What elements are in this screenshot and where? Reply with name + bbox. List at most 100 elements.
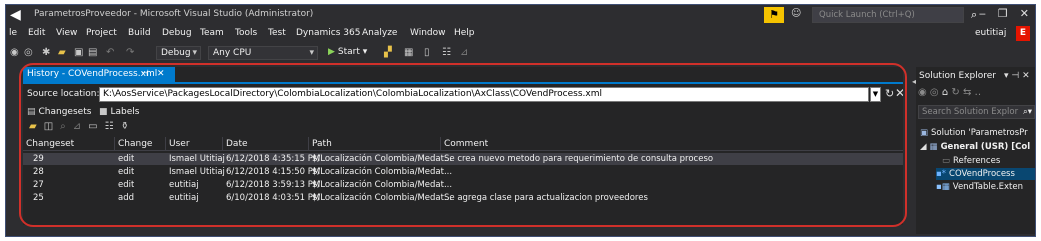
column-path[interactable]: Path xyxy=(309,137,441,151)
table-row[interactable]: 29 edit Ismael Utitiaj 6/12/2018 4:35:15… xyxy=(23,153,903,165)
tab-labels-label: Labels xyxy=(110,107,140,117)
tree-item-label: COVendProcess xyxy=(949,169,1015,179)
more-icon[interactable]: ‥ xyxy=(975,87,982,98)
menu-build[interactable]: Build xyxy=(128,28,151,38)
track-changes-icon[interactable]: ☷ xyxy=(105,121,114,135)
menu-team[interactable]: Team xyxy=(200,28,224,38)
tree-item-references[interactable]: ▭ References xyxy=(942,155,1000,167)
feedback-icon[interactable]: ☺ xyxy=(791,8,801,19)
changeset-details-icon[interactable]: ▰ xyxy=(29,121,37,135)
menu-window[interactable]: Window xyxy=(410,28,446,38)
sync-icon[interactable]: ↻ xyxy=(951,87,959,98)
tab-changesets[interactable]: ▤ Changesets xyxy=(27,105,91,119)
column-date[interactable]: Date xyxy=(223,137,309,151)
user-avatar[interactable]: E xyxy=(1016,26,1030,41)
rollback-icon[interactable]: ⚱ xyxy=(121,121,129,135)
navigate-forward-icon[interactable]: ◎ xyxy=(24,47,33,59)
new-project-icon[interactable]: ✱ xyxy=(42,47,50,59)
open-folder-icon[interactable]: ▰ xyxy=(58,47,66,59)
comment-icon[interactable]: ▯ xyxy=(424,47,430,59)
annotate-icon[interactable]: ⌕ xyxy=(60,121,66,135)
menu-dynamics-365[interactable]: Dynamics 365 xyxy=(296,28,360,38)
menu-file[interactable]: le xyxy=(9,28,17,38)
search-placeholder: Search Solution Explor xyxy=(922,107,1019,117)
attach-process-icon[interactable]: ▞ xyxy=(384,47,392,59)
history-toolbar: ▰ ◫ ⌕ ⊿ ▭ ☷ ⚱ xyxy=(29,121,129,135)
changeset-grid-header: Changeset Change User Date Path Comment xyxy=(23,137,903,151)
source-location-dropdown[interactable]: ▼ xyxy=(870,87,881,102)
tree-item-project[interactable]: ◢ ▦ General (USR) [Col xyxy=(920,141,1030,153)
menu-edit[interactable]: Edit xyxy=(28,28,45,38)
menu-analyze[interactable]: Analyze xyxy=(362,28,397,38)
search-icon[interactable]: ⌕ xyxy=(971,8,977,22)
save-all-icon[interactable]: ▤ xyxy=(88,47,97,59)
table-extension-icon: ▪▦ xyxy=(936,182,950,192)
table-row[interactable]: 27 edit eutitiaj 6/12/2018 3:59:13 PM $/… xyxy=(23,179,903,191)
menu-project[interactable]: Project xyxy=(86,28,117,38)
refresh-icon[interactable]: ↻ xyxy=(885,87,894,100)
cell-date: 6/10/2018 4:03:51 PM xyxy=(226,193,321,203)
visual-studio-window: ◀ ParametrosProveedor - Microsoft Visual… xyxy=(5,4,1036,237)
close-icon[interactable]: ✕ xyxy=(895,86,903,100)
more-tools-icon[interactable]: ⊿ xyxy=(460,47,468,59)
compare-icon[interactable]: ◫ xyxy=(44,121,53,135)
undo-icon[interactable]: ↶ xyxy=(106,47,114,59)
solution-search-input[interactable]: Search Solution Explor ⌕▾ xyxy=(918,105,1035,119)
chevron-down-icon[interactable]: ▾ xyxy=(1004,71,1009,81)
source-location-row: Source location: K:\AosService\PackagesL… xyxy=(23,85,903,103)
solution-explorer-title: Solution Explorer xyxy=(919,71,996,81)
menu-debug[interactable]: Debug xyxy=(162,28,192,38)
cell-changeset: 29 xyxy=(33,154,44,164)
redo-icon[interactable]: ↷ xyxy=(126,47,134,59)
column-user[interactable]: User xyxy=(166,137,223,151)
restore-button[interactable]: ❐ xyxy=(998,7,1008,20)
cell-path: $/Localización Colombia/Medat... xyxy=(312,180,453,190)
tree-item-vendtable-extension[interactable]: ▪▦ VendTable.Exten xyxy=(936,181,1023,193)
cell-changeset: 25 xyxy=(33,193,44,203)
tab-labels[interactable]: ■ Labels xyxy=(99,105,139,119)
column-comment[interactable]: Comment xyxy=(441,137,901,151)
view-comments-icon[interactable]: ▭ xyxy=(88,121,97,135)
close-icon[interactable]: ✕ xyxy=(1022,71,1030,81)
start-debugging-button[interactable]: ▶ Start ▾ xyxy=(328,47,367,57)
column-changeset[interactable]: Changeset xyxy=(23,137,115,151)
navigate-back-icon[interactable]: ◉ xyxy=(10,47,19,59)
tree-item-solution[interactable]: ▣ Solution 'ParametrosPr xyxy=(920,127,1028,139)
forward-icon[interactable]: ◎ xyxy=(930,87,939,98)
screenshot-icon[interactable]: ▦ xyxy=(404,47,413,59)
pending-changes-icon[interactable]: ⇆ xyxy=(963,87,971,98)
column-change[interactable]: Change xyxy=(115,137,166,151)
cell-user: Ismael Utitiaj xyxy=(169,154,225,164)
table-row[interactable]: 25 add eutitiaj 6/10/2018 4:03:51 PM $/L… xyxy=(23,192,903,204)
notification-flag-icon[interactable]: ⚑ xyxy=(764,7,784,23)
pin-icon[interactable]: ⊣ xyxy=(141,67,149,82)
save-icon[interactable]: ▣ xyxy=(74,47,83,59)
menu-tools[interactable]: Tools xyxy=(235,28,257,38)
references-icon: ▭ xyxy=(942,156,951,166)
home-icon[interactable]: ⌂ xyxy=(942,87,948,98)
signed-in-user[interactable]: eutitiaj xyxy=(975,28,1006,38)
solution-platform-select[interactable]: Any CPU ▾ xyxy=(208,46,318,60)
tab-history[interactable]: History - COVendProcess.xml ⊣ ✕ xyxy=(23,67,175,82)
quick-launch-input[interactable]: Quick Launch (Ctrl+Q) xyxy=(812,7,964,23)
expand-arrow-icon: ◢ xyxy=(920,142,927,152)
cell-date: 6/12/2018 4:15:50 PM xyxy=(226,167,321,177)
source-location-label: Source location: xyxy=(27,89,100,99)
get-version-icon[interactable]: ⊿ xyxy=(73,121,81,135)
tree-item-covendprocess[interactable]: ▪* COVendProcess xyxy=(936,168,1035,180)
close-button[interactable]: ✕ xyxy=(1020,7,1029,20)
bookmark-icon[interactable]: ☷ xyxy=(442,47,451,59)
chevron-down-icon: ▾ xyxy=(309,48,314,58)
title-bar: ◀ ParametrosProveedor - Microsoft Visual… xyxy=(6,5,1035,25)
menu-view[interactable]: View xyxy=(56,28,77,38)
close-tab-icon[interactable]: ✕ xyxy=(157,67,165,82)
solution-configuration-select[interactable]: Debug ▾ xyxy=(156,46,201,60)
visual-studio-logo-icon: ◀ xyxy=(10,7,21,23)
menu-test[interactable]: Test xyxy=(268,28,286,38)
menu-help[interactable]: Help xyxy=(454,28,475,38)
back-icon[interactable]: ◉ xyxy=(918,87,927,98)
pin-icon[interactable]: ⊣ xyxy=(1011,71,1019,81)
table-row[interactable]: 28 edit Ismael Utitiaj 6/12/2018 4:15:50… xyxy=(23,166,903,178)
minimize-button[interactable]: ‒ xyxy=(979,7,986,20)
source-location-input[interactable]: K:\AosService\PackagesLocalDirectory\Col… xyxy=(99,87,869,102)
